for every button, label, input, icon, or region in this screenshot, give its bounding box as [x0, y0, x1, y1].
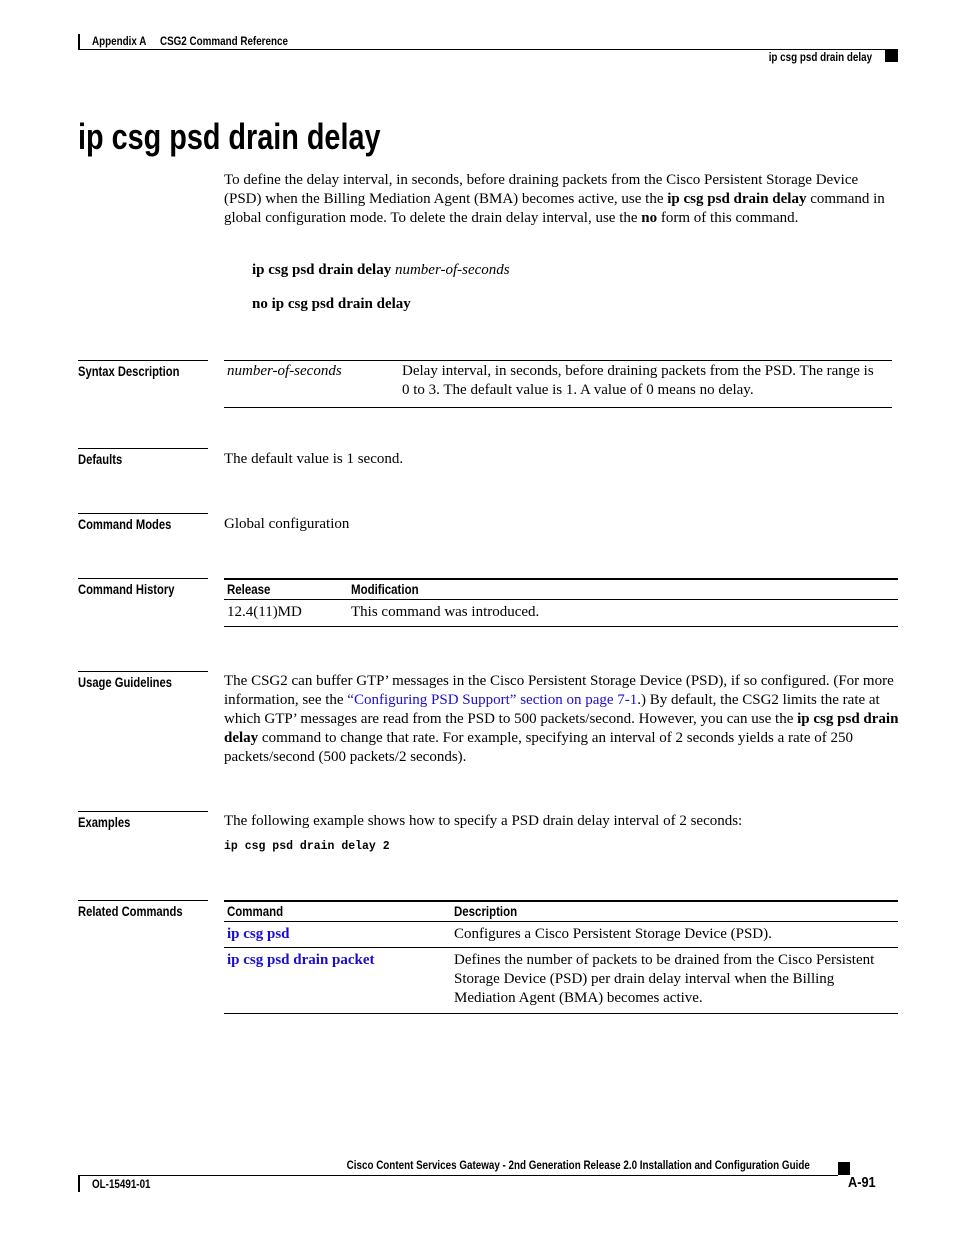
section-label: Syntax Description: [78, 363, 180, 379]
column-header-modification: Modification: [351, 581, 419, 597]
related-command-link[interactable]: ip csg psd: [227, 926, 290, 942]
syntax-description-table: number-of-seconds Delay interval, in sec…: [224, 360, 892, 408]
command-history-table: Release Modification 12.4(11)MD This com…: [224, 578, 898, 627]
section-usage-guidelines: Usage Guidelines: [78, 671, 208, 692]
footer-left-bar: [78, 1176, 80, 1192]
section-defaults: Defaults: [78, 448, 208, 469]
table-row: number-of-seconds Delay interval, in sec…: [224, 361, 892, 407]
section-label: Defaults: [78, 451, 123, 467]
footer-doc-number: OL-15491-01: [92, 1177, 151, 1191]
syntax-arg: number-of-seconds: [227, 363, 342, 379]
intro-bold-no: no: [641, 210, 658, 226]
footer-page-box: A-91: [838, 1162, 898, 1194]
footer-guide-title: Cisco Content Services Gateway - 2nd Gen…: [346, 1158, 810, 1172]
syntax-command-bold: ip csg psd drain delay: [252, 262, 392, 278]
syntax-arg-description: Delay interval, in seconds, before drain…: [402, 363, 874, 398]
usage-section-link[interactable]: “Configuring PSD Support” section on pag…: [347, 692, 637, 708]
related-commands-table: Command Description ip csg psd Configure…: [224, 900, 898, 1014]
usage-text-3: command to change that rate. For example…: [224, 730, 853, 765]
defaults-text: The default value is 1 second.: [224, 451, 404, 467]
section-label: Command Modes: [78, 516, 172, 532]
section-label: Related Commands: [78, 903, 183, 919]
section-label: Usage Guidelines: [78, 674, 172, 690]
header-appendix: Appendix A: [92, 34, 147, 48]
history-release: 12.4(11)MD: [227, 604, 302, 620]
usage-paragraph: The CSG2 can buffer GTP’ messages in the…: [224, 672, 899, 767]
intro-bold-command: ip csg psd drain delay: [667, 191, 807, 207]
syntax-no-form: no ip csg psd drain delay: [252, 295, 411, 314]
footer-rule: [78, 1175, 838, 1176]
intro-paragraph: To define the delay interval, in seconds…: [224, 171, 899, 228]
syntax-no-form-bold: no ip csg psd drain delay: [252, 296, 411, 312]
related-command-description: Defines the number of packets to be drai…: [454, 952, 875, 1006]
related-command-link[interactable]: ip csg psd drain packet: [227, 952, 375, 968]
header-chapter: Appendix A CSG2 Command Reference: [92, 34, 288, 48]
section-command-modes: Command Modes: [78, 513, 208, 534]
column-header-description: Description: [454, 903, 518, 919]
table-row: ip csg psd Configures a Cisco Persistent…: [224, 922, 898, 948]
syntax-command-arg: number-of-seconds: [394, 262, 510, 278]
example-code: ip csg psd drain delay 2: [224, 840, 390, 853]
header-left-bar: [78, 34, 80, 50]
history-modification: This command was introduced.: [351, 604, 540, 620]
page-title: ip csg psd drain delay: [78, 116, 381, 157]
column-header-command: Command: [227, 903, 284, 919]
page-number: A-91: [848, 1174, 876, 1191]
column-header-release: Release: [227, 581, 271, 597]
header-block-marker: [885, 50, 898, 62]
table-header-row: Command Description: [224, 901, 898, 922]
command-modes-text: Global configuration: [224, 516, 350, 532]
table-header-row: Release Modification: [224, 579, 898, 600]
intro-text-3: form of this command.: [657, 210, 799, 226]
section-examples: Examples: [78, 811, 208, 832]
header-running-title: ip csg psd drain delay: [768, 50, 872, 64]
section-related-commands: Related Commands: [78, 900, 208, 921]
section-label: Examples: [78, 814, 131, 830]
header-chapter-title: CSG2 Command Reference: [159, 34, 288, 48]
syntax-command: ip csg psd drain delay number-of-seconds: [252, 261, 510, 280]
related-command-description: Configures a Cisco Persistent Storage De…: [454, 926, 772, 942]
section-command-history: Command History: [78, 578, 208, 599]
section-syntax-description: Syntax Description: [78, 360, 208, 381]
examples-text: The following example shows how to speci…: [224, 813, 743, 829]
table-row: 12.4(11)MD This command was introduced.: [224, 600, 898, 627]
table-row: ip csg psd drain packet Defines the numb…: [224, 948, 898, 1014]
section-label: Command History: [78, 581, 175, 597]
